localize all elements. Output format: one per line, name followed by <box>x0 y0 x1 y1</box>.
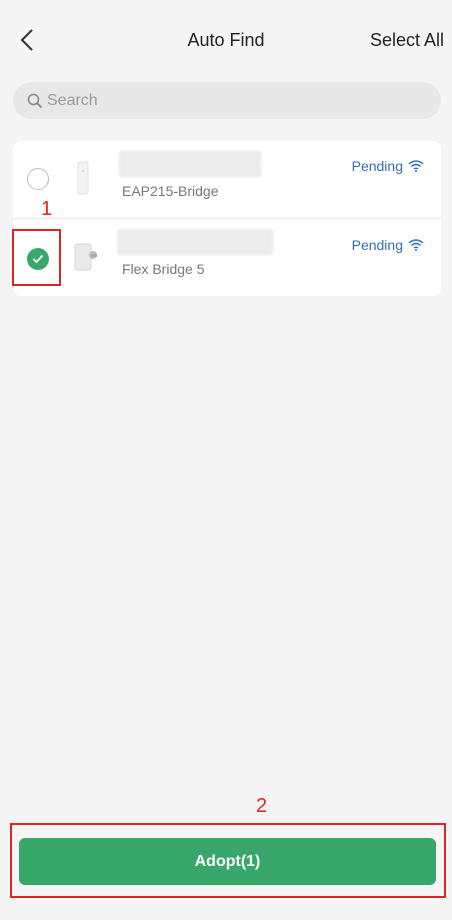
adopt-button[interactable]: Adopt(1) <box>19 838 436 885</box>
list-item[interactable]: Flex Bridge 5 Pending <box>13 220 441 296</box>
select-all-button[interactable]: Select All <box>370 30 444 51</box>
device-name-redacted <box>119 151 261 177</box>
annotation-number-2: 2 <box>256 795 268 817</box>
search-input[interactable] <box>47 91 407 110</box>
status-badge: Pending <box>352 158 424 174</box>
annotation-highlight-1 <box>12 229 61 286</box>
wifi-icon <box>408 239 424 251</box>
list-item[interactable]: EAP215-Bridge Pending <box>13 141 441 220</box>
device-name-redacted <box>117 229 273 255</box>
bridge-device-icon <box>74 243 97 271</box>
select-radio[interactable] <box>27 168 49 190</box>
device-model: Flex Bridge 5 <box>122 261 205 277</box>
annotation-number-1: 1 <box>41 198 53 220</box>
top-bar: Auto Find Select All <box>0 0 452 78</box>
search-icon <box>27 93 43 108</box>
search-bar[interactable] <box>13 82 441 119</box>
status-label: Pending <box>351 237 403 253</box>
ceiling-ap-device-icon <box>77 161 89 195</box>
status-badge: Pending <box>352 237 424 253</box>
wifi-icon <box>408 160 424 172</box>
device-list: EAP215-Bridge Pending Flex Bridge 5 Pend… <box>13 141 441 296</box>
device-model: EAP215-Bridge <box>122 183 219 199</box>
status-label: Pending <box>351 158 403 174</box>
